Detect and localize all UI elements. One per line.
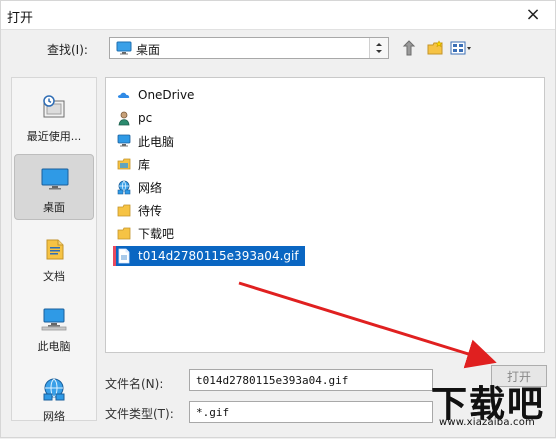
user-icon [116,110,132,126]
libraries-icon [116,156,132,172]
chevron-updown-icon[interactable] [369,38,388,58]
window-title: 打开 [7,11,34,26]
folder-icon [116,225,132,241]
onedrive-icon [116,87,132,103]
open-file-dialog: 打开 × 查找(I): 桌面 最近使用... 桌面 文档 此电脑 网络 OneD… [0,0,556,438]
place-label: 桌面 [43,201,65,214]
up-one-level-button[interactable] [399,39,419,60]
folder-icon [116,202,132,218]
file-item-label: 网络 [138,180,163,195]
file-item-label: 下载吧 [138,226,175,241]
place-this-pc[interactable]: 此电脑 [14,294,94,360]
desktop-icon [39,165,71,193]
list-item[interactable]: 此电脑 [116,131,174,151]
this-pc-icon [116,133,132,149]
list-item[interactable]: 网络 [116,177,162,197]
look-in-label: 查找(I): [47,43,88,57]
place-label: 最近使用... [26,130,82,143]
look-in-current: 桌面 [136,43,161,57]
up-one-level-icon [400,39,418,60]
open-button[interactable]: 打开 [491,365,547,387]
view-menu-button[interactable] [450,39,472,60]
new-folder-icon [426,39,444,60]
place-label: 此电脑 [37,340,71,353]
file-item-label: OneDrive [138,88,195,102]
new-folder-button[interactable] [425,39,445,60]
filename-label: 文件名(N): [105,377,164,391]
list-item-selected[interactable]: t014d2780115e393a04.gif [113,246,305,266]
place-desktop[interactable]: 桌面 [14,154,94,220]
file-item-label: t014d2780115e393a04.gif [138,249,299,263]
file-list: OneDrive pc 此电脑 库 网络 待传 下载吧 t014d2780115… [105,77,545,353]
filename-input[interactable]: t014d2780115e393a04.gif [189,369,433,391]
file-item-label: 此电脑 [138,134,175,149]
look-in-combobox[interactable]: 桌面 [109,37,389,59]
place-recent[interactable]: 最近使用... [14,84,94,150]
this-pc-icon [38,304,70,332]
toolbar [399,39,471,59]
recent-icon [38,94,70,122]
network-icon [38,374,70,402]
place-network[interactable]: 网络 [14,364,94,430]
place-documents[interactable]: 文档 [14,224,94,290]
place-label: 文档 [43,270,65,283]
list-item[interactable]: 库 [116,154,150,174]
filetype-select[interactable]: *.gif [189,401,433,423]
place-label: 网络 [43,410,65,423]
file-item-label: 库 [138,157,151,172]
close-icon: × [525,4,541,25]
documents-icon [38,234,70,262]
filename-and-type-area: 文件名(N): t014d2780115e393a04.gif 文件类型(T):… [101,363,556,439]
file-item-label: 待传 [138,203,163,218]
list-item[interactable]: OneDrive [116,85,194,105]
file-item-label: pc [138,111,153,125]
view-menu-icon [450,39,472,60]
filetype-label: 文件类型(T): [105,407,174,421]
list-item[interactable]: 下载吧 [116,223,174,243]
look-in-row: 查找(I): 桌面 [1,35,555,63]
places-sidebar: 最近使用... 桌面 文档 此电脑 网络 [11,77,97,423]
network-icon [116,179,132,195]
list-item[interactable]: pc [116,108,152,128]
title-bar: 打开 × [1,1,555,30]
desktop-icon [116,41,132,55]
close-button[interactable]: × [511,1,555,29]
list-item[interactable]: 待传 [116,200,162,220]
gif-file-icon [116,248,132,264]
